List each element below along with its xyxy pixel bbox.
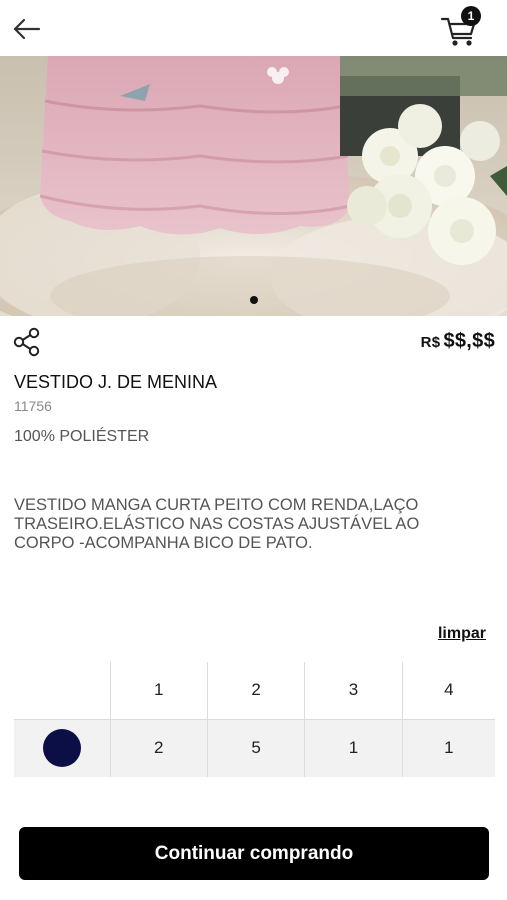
- price-currency: R$: [420, 334, 441, 351]
- product-composition: 100% POLIÉSTER: [14, 428, 150, 445]
- back-button[interactable]: [10, 14, 44, 44]
- price-value: $$,$$: [443, 330, 495, 352]
- share-icon: [13, 327, 40, 357]
- share-button[interactable]: [12, 327, 42, 357]
- color-swatch-navy[interactable]: [42, 729, 81, 768]
- quantity-cell[interactable]: 5: [206, 718, 305, 777]
- cart-count-badge: 1: [461, 6, 481, 26]
- product-description: VESTIDO MANGA CURTA PEITO COM RENDA,LAÇO…: [14, 496, 420, 552]
- size-label: 3: [304, 662, 403, 719]
- grid-corner-cell: [14, 662, 110, 719]
- color-row: 2 5 1 1: [14, 718, 495, 777]
- size-label: 1: [109, 662, 208, 719]
- size-quantity-grid: 1 2 3 4 2 5 1 1: [14, 662, 495, 777]
- arrow-left-icon: [13, 18, 41, 40]
- continue-shopping-button[interactable]: Continuar comprando: [19, 827, 489, 880]
- color-cell: [14, 718, 110, 777]
- clear-selection-link[interactable]: limpar: [438, 625, 486, 643]
- product-image[interactable]: [0, 56, 507, 316]
- size-label: 2: [206, 662, 305, 719]
- quantity-cell[interactable]: 1: [401, 718, 495, 777]
- product-reference: 11756: [14, 398, 52, 414]
- product-price: R$ $$,$$: [421, 330, 495, 353]
- pagination-dot-active[interactable]: [249, 296, 258, 304]
- quantity-cell[interactable]: 1: [304, 718, 403, 777]
- product-title: VESTIDO J. DE MENINA: [14, 372, 218, 392]
- quantity-cell[interactable]: 2: [109, 718, 208, 777]
- top-bar: 1: [0, 0, 507, 56]
- gallery-pagination: [0, 296, 507, 308]
- product-photo-illustration: [0, 56, 507, 316]
- size-header-row: 1 2 3 4: [14, 662, 495, 719]
- size-label: 4: [401, 662, 495, 719]
